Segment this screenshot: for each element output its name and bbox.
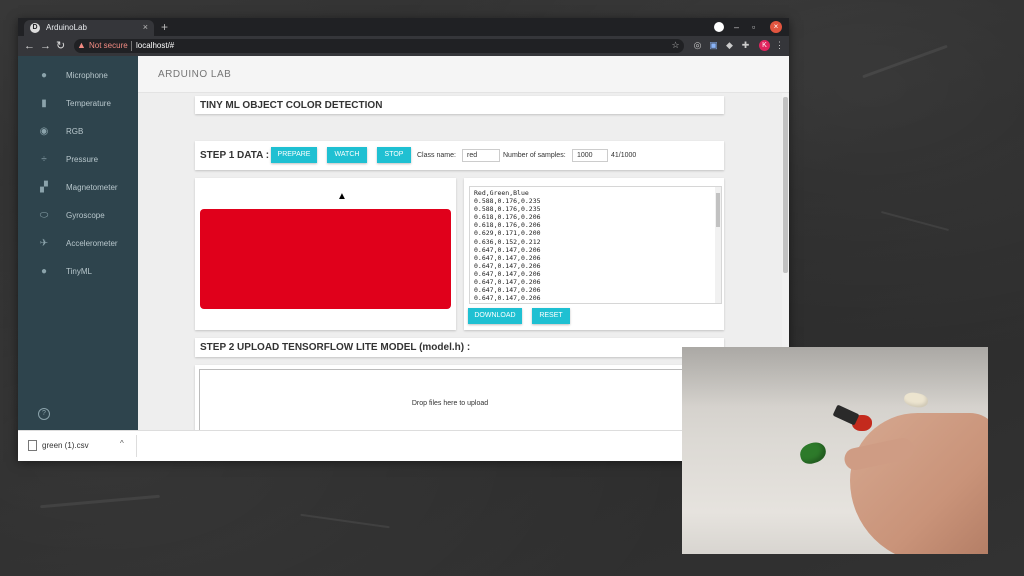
- app-title: ARDUINO LAB: [158, 69, 232, 80]
- step2-title: STEP 2 UPLOAD TENSORFLOW LITE MODEL (mod…: [200, 342, 471, 353]
- address-bar[interactable]: ▲ Not secure localhost/#: [74, 39, 684, 53]
- sidebar-item-label: Pressure: [66, 155, 99, 164]
- upload-card: Drop files here to upload: [195, 365, 724, 430]
- runner-icon: ✈: [39, 238, 49, 249]
- sidebar: ● Microphone ▮ Temperature ◉ RGB ÷ Press…: [18, 56, 138, 430]
- reset-button[interactable]: RESET: [532, 308, 570, 324]
- chevron-up-icon[interactable]: ^: [120, 439, 124, 448]
- page-title: TINY ML OBJECT COLOR DETECTION: [200, 100, 383, 111]
- browser-window: D ArduinoLab × + – ▫ × ← → ↻ ▲ Not secur…: [18, 18, 789, 461]
- download-divider: [136, 435, 137, 457]
- file-dropzone[interactable]: Drop files here to upload: [199, 369, 701, 430]
- sidebar-item-magnetometer[interactable]: ▞ Magnetometer: [18, 178, 138, 200]
- forward-icon[interactable]: →: [40, 39, 51, 53]
- browser-toolbar: ← → ↻ ▲ Not secure localhost/# ☆ ◎ ▣ ◆ ✚…: [18, 36, 789, 56]
- incognito-extension-icon[interactable]: ◆: [724, 40, 735, 51]
- sidebar-item-label: RGB: [66, 127, 84, 136]
- stop-button[interactable]: STOP: [377, 147, 411, 163]
- sample-progress: 41/1000: [611, 152, 637, 159]
- samples-label: Number of samples:: [503, 152, 566, 159]
- reload-icon[interactable]: ↻: [56, 39, 65, 53]
- arduino-favicon-icon: D: [30, 23, 40, 33]
- download-shelf: green (1).csv ^: [18, 430, 789, 461]
- data-log-card: Red,Green,Blue 0.588,0.176,0.235 0.588,0…: [464, 178, 724, 330]
- class-name-label: Class name:: [417, 152, 456, 159]
- app-header: ARDUINO LAB: [138, 56, 789, 93]
- profile-avatar[interactable]: K: [759, 40, 770, 51]
- dropzone-label: Drop files here to upload: [411, 400, 489, 407]
- chalk-mark: [862, 44, 948, 79]
- sidebar-item-accelerometer[interactable]: ✈ Accelerometer: [18, 234, 138, 256]
- chalk-mark: [300, 513, 390, 529]
- data-log-scroll-thumb[interactable]: [716, 193, 720, 227]
- step2-card: STEP 2 UPLOAD TENSORFLOW LITE MODEL (mod…: [195, 338, 724, 357]
- star-icon[interactable]: ☆: [670, 40, 681, 51]
- url-text[interactable]: localhost/#: [136, 41, 174, 50]
- data-log-scrollbar[interactable]: [715, 187, 721, 303]
- step1-title: STEP 1 DATA :: [200, 150, 270, 161]
- sidebar-item-temperature[interactable]: ▮ Temperature: [18, 94, 138, 116]
- tab-title: ArduinoLab: [46, 23, 87, 32]
- sidebar-item-label: Accelerometer: [66, 239, 118, 248]
- warning-icon: ▲: [77, 40, 86, 50]
- translate-extension-icon[interactable]: ▣: [708, 40, 719, 51]
- hand: [850, 413, 988, 554]
- data-log-textarea[interactable]: Red,Green,Blue 0.588,0.176,0.235 0.588,0…: [469, 186, 722, 304]
- gyroscope-icon: ⬭: [39, 210, 49, 221]
- downloaded-file-name[interactable]: green (1).csv: [42, 441, 89, 450]
- address-divider: [131, 41, 132, 51]
- sidebar-item-tinyml[interactable]: ● TinyML: [18, 262, 138, 284]
- detected-color-swatch: [200, 209, 451, 309]
- title-card: TINY ML OBJECT COLOR DETECTION: [195, 96, 724, 114]
- arduino-board: [832, 404, 860, 426]
- camera-shadow: [682, 347, 988, 407]
- thermometer-icon: ▮: [41, 98, 47, 109]
- kebab-menu-icon[interactable]: ⋮: [774, 40, 785, 51]
- sidebar-item-gyroscope[interactable]: ⬭ Gyroscope: [18, 206, 138, 228]
- new-tab-button[interactable]: +: [161, 20, 168, 34]
- tab-close-icon[interactable]: ×: [143, 22, 148, 32]
- sidebar-item-label: Microphone: [66, 71, 108, 80]
- not-secure-label[interactable]: Not secure: [89, 41, 128, 50]
- window-close-icon[interactable]: ×: [770, 21, 782, 33]
- webcam-overlay: [682, 347, 988, 554]
- browser-tab[interactable]: D ArduinoLab ×: [24, 20, 154, 36]
- file-icon: [28, 440, 37, 451]
- minimize-icon[interactable]: –: [734, 21, 739, 33]
- color-preview-card: ▲: [195, 178, 456, 330]
- tab-strip: D ArduinoLab × + – ▫ ×: [18, 18, 789, 36]
- globe-extension-icon[interactable]: ◎: [692, 40, 703, 51]
- back-icon[interactable]: ←: [24, 39, 35, 53]
- green-gummy-bear: [797, 439, 829, 467]
- chalk-mark: [40, 494, 160, 509]
- sidebar-item-pressure[interactable]: ÷ Pressure: [18, 150, 138, 172]
- page-scroll-thumb[interactable]: [783, 97, 788, 273]
- mouse-cursor-icon: ▲: [337, 191, 347, 202]
- download-button[interactable]: DOWNLOAD: [468, 308, 522, 324]
- data-log-text: Red,Green,Blue 0.588,0.176,0.235 0.588,0…: [474, 189, 541, 303]
- samples-input[interactable]: 1000: [572, 149, 608, 162]
- chalk-mark: [880, 210, 950, 232]
- class-name-input[interactable]: red: [462, 149, 500, 162]
- restore-icon[interactable]: ▫: [752, 21, 755, 33]
- microphone-icon: ●: [40, 70, 48, 81]
- media-control-icon[interactable]: [714, 22, 724, 32]
- eye-icon: ◉: [39, 126, 49, 137]
- sidebar-item-rgb[interactable]: ◉ RGB: [18, 122, 138, 144]
- sidebar-item-label: Magnetometer: [66, 183, 118, 192]
- sidebar-item-label: TinyML: [66, 267, 92, 276]
- puzzle-extensions-icon[interactable]: ✚: [740, 40, 751, 51]
- prepare-button[interactable]: PREPARE: [271, 147, 317, 163]
- magnetometer-icon: ▞: [40, 182, 48, 193]
- step1-card: STEP 1 DATA : PREPARE WATCH STOP Class n…: [195, 141, 724, 170]
- sidebar-item-microphone[interactable]: ● Microphone: [18, 66, 138, 88]
- watch-button[interactable]: WATCH: [327, 147, 367, 163]
- lightbulb-icon: ●: [40, 266, 48, 277]
- help-icon[interactable]: ?: [38, 408, 50, 420]
- sidebar-item-label: Gyroscope: [66, 211, 105, 220]
- sidebar-item-label: Temperature: [66, 99, 111, 108]
- pressure-icon: ÷: [41, 154, 47, 165]
